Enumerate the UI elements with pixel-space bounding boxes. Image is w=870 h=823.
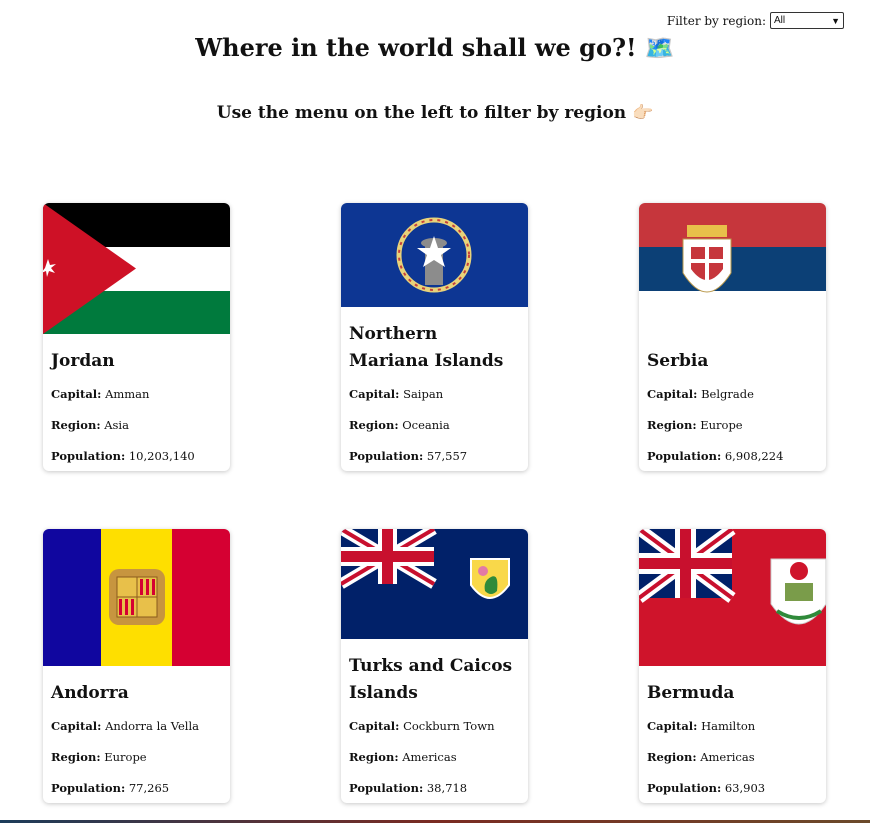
turks-and-caicos-islands-flag-image <box>341 529 528 639</box>
country-name: Jordan <box>51 351 115 371</box>
country-card-bermuda[interactable]: Bermuda Capital: Hamilton Region: Americ… <box>639 529 826 803</box>
country-name: Northern Mariana Islands <box>349 324 504 371</box>
country-card-andorra[interactable]: Andorra Capital: Andorra la Vella Region… <box>43 529 230 803</box>
capital-row: Capital: Amman <box>51 387 150 401</box>
country-card-turks-and-caicos-islands[interactable]: Turks and Caicos Islands Capital: Cockbu… <box>341 529 528 803</box>
capital-row: Capital: Saipan <box>349 387 444 401</box>
serbia-flag-image <box>639 203 826 334</box>
page-title: Where in the world shall we go?! 🗺️ <box>195 33 675 62</box>
country-card-serbia[interactable]: Serbia Capital: Belgrade Region: Europe … <box>639 203 826 471</box>
region-row: Region: Europe <box>51 750 147 764</box>
country-name: Serbia <box>647 351 709 371</box>
population-row: Population: 38,718 <box>349 781 468 795</box>
country-card-jordan[interactable]: Jordan Capital: Amman Region: Asia Popul… <box>43 203 230 471</box>
country-name: Andorra <box>51 683 129 703</box>
region-select-value: All <box>774 15 786 26</box>
andorra-flag-image <box>43 529 230 666</box>
population-row: Population: 10,203,140 <box>51 449 195 463</box>
country-name: Bermuda <box>647 683 735 703</box>
capital-row: Capital: Cockburn Town <box>349 719 495 733</box>
population-row: Population: 63,903 <box>647 781 766 795</box>
country-name: Turks and Caicos Islands <box>349 656 513 703</box>
population-row: Population: 77,265 <box>51 781 170 795</box>
region-row: Region: Oceania <box>349 418 450 432</box>
jordan-flag-image <box>43 203 230 334</box>
capital-row: Capital: Andorra la Vella <box>51 719 200 733</box>
northern-mariana-islands-flag-image <box>341 203 528 307</box>
region-filter: Filter by region: All ▼ <box>667 12 844 29</box>
population-row: Population: 6,908,224 <box>647 449 784 463</box>
filter-label: Filter by region: <box>666 13 766 28</box>
capital-row: Capital: Hamilton <box>647 719 756 733</box>
bermuda-flag-image <box>639 529 826 666</box>
country-card-northern-mariana-islands[interactable]: Northern Mariana Islands Capital: Saipan… <box>341 203 528 471</box>
region-select[interactable]: All ▼ <box>770 12 844 29</box>
page-subtitle: Use the menu on the left to filter by re… <box>216 103 654 123</box>
chevron-down-icon: ▼ <box>831 15 840 26</box>
region-row: Region: Americas <box>349 750 457 764</box>
region-row: Region: Americas <box>647 750 755 764</box>
region-row: Region: Europe <box>647 418 743 432</box>
capital-row: Capital: Belgrade <box>647 387 754 401</box>
region-row: Region: Asia <box>51 418 129 432</box>
population-row: Population: 57,557 <box>349 449 468 463</box>
